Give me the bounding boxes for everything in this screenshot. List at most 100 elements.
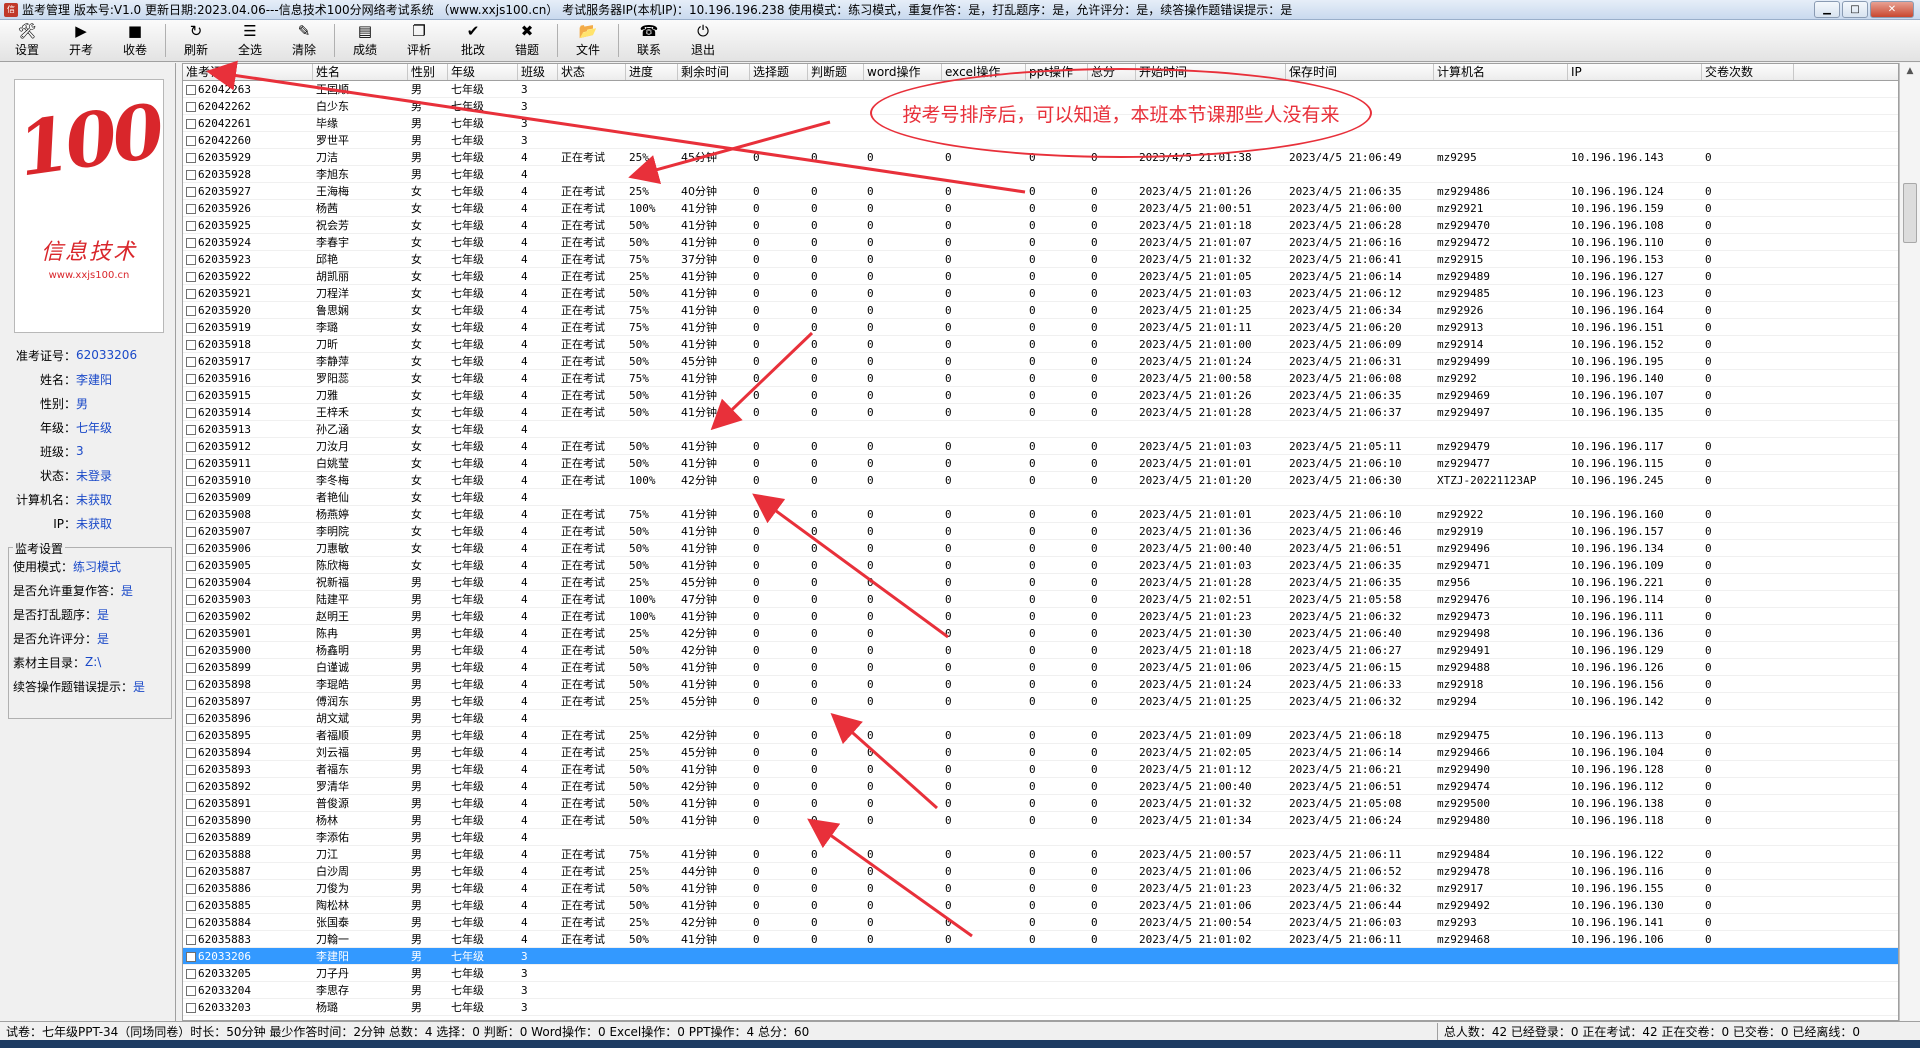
- row-checkbox[interactable]: [186, 799, 196, 809]
- table-row[interactable]: 62035885 陶松林 男 七年级 4 正在考试 50% 41分钟 0 0 0 0 0 0 2023/4/…: [183, 897, 1898, 914]
- table-row[interactable]: 62035917 李静萍 女 七年级 4 正在考试 50% 45分钟 0 0 0 0 0 0 2023/4/…: [183, 353, 1898, 370]
- row-checkbox[interactable]: [186, 510, 196, 520]
- table-row[interactable]: 62035889 李添佑 男 七年级 4: [183, 829, 1898, 846]
- table-row[interactable]: 62035913 孙乙涵 女 七年级 4: [183, 421, 1898, 438]
- table-row[interactable]: 62035884 张国泰 男 七年级 4 正在考试 25% 42分钟 0 0 0 0 0 0 2023/4/…: [183, 914, 1898, 931]
- row-checkbox[interactable]: [186, 340, 196, 350]
- table-row[interactable]: 62035896 胡文斌 男 七年级 4: [183, 710, 1898, 727]
- scroll-thumb[interactable]: [1903, 183, 1917, 243]
- row-checkbox[interactable]: [186, 221, 196, 231]
- toolbar-button-select-all[interactable]: ☰ 全选: [223, 20, 277, 61]
- close-button[interactable]: ✕: [1870, 1, 1914, 18]
- row-checkbox[interactable]: [186, 119, 196, 129]
- column-header[interactable]: 判断题: [808, 64, 864, 80]
- row-checkbox[interactable]: [186, 476, 196, 486]
- table-row[interactable]: 62035926 杨茜 女 七年级 4 正在考试 100% 41分钟 0 0 0 0 0 0 2023/4/…: [183, 200, 1898, 217]
- toolbar-button-exit[interactable]: ⏻ 退出: [676, 20, 730, 61]
- row-checkbox[interactable]: [186, 306, 196, 316]
- toolbar-button-score[interactable]: ▤ 成绩: [338, 20, 392, 61]
- column-header[interactable]: word操作: [864, 64, 942, 80]
- row-checkbox[interactable]: [186, 408, 196, 418]
- table-row[interactable]: 62035924 李春宇 女 七年级 4 正在考试 50% 41分钟 0 0 0 0 0 0 2023/4/…: [183, 234, 1898, 251]
- table-row[interactable]: 62033203 杨璐 男 七年级 3: [183, 999, 1898, 1016]
- column-header[interactable]: 状态: [558, 64, 626, 80]
- row-checkbox[interactable]: [186, 442, 196, 452]
- table-row[interactable]: 62035890 杨林 男 七年级 4 正在考试 50% 41分钟 0 0 0 0 0 0 2023/4/5…: [183, 812, 1898, 829]
- table-row[interactable]: 62035898 李琨皓 男 七年级 4 正在考试 50% 41分钟 0 0 0 0 0 0 2023/4/…: [183, 676, 1898, 693]
- row-checkbox[interactable]: [186, 867, 196, 877]
- table-row[interactable]: 62035916 罗阳蕊 女 七年级 4 正在考试 75% 41分钟 0 0 0 0 0 0 2023/4/…: [183, 370, 1898, 387]
- table-row[interactable]: 62035904 祝新福 男 七年级 4 正在考试 25% 45分钟 0 0 0 0 0 0 2023/4/…: [183, 574, 1898, 591]
- row-checkbox[interactable]: [186, 782, 196, 792]
- table-row[interactable]: 62035902 赵明王 男 七年级 4 正在考试 100% 41分钟 0 0 0 0 0 0 2023/4…: [183, 608, 1898, 625]
- column-header[interactable]: 年级: [448, 64, 518, 80]
- column-header[interactable]: 选择题: [750, 64, 808, 80]
- row-checkbox[interactable]: [186, 1003, 196, 1013]
- table-row[interactable]: 62035912 刀汝月 女 七年级 4 正在考试 50% 41分钟 0 0 0 0 0 0 2023/4/…: [183, 438, 1898, 455]
- table-row[interactable]: 62035891 普俊源 男 七年级 4 正在考试 50% 41分钟 0 0 0 0 0 0 2023/4/…: [183, 795, 1898, 812]
- table-row[interactable]: 62035908 杨燕婷 女 七年级 4 正在考试 75% 41分钟 0 0 0 0 0 0 2023/4/…: [183, 506, 1898, 523]
- table-row[interactable]: 62035903 陆建平 男 七年级 4 正在考试 100% 47分钟 0 0 0 0 0 0 2023/4…: [183, 591, 1898, 608]
- row-checkbox[interactable]: [186, 731, 196, 741]
- row-checkbox[interactable]: [186, 527, 196, 537]
- row-checkbox[interactable]: [186, 459, 196, 469]
- row-checkbox[interactable]: [186, 85, 196, 95]
- toolbar-button-wrong[interactable]: ✖ 错题: [500, 20, 554, 61]
- column-header[interactable]: 进度: [626, 64, 678, 80]
- table-row[interactable]: 62035911 白姚莹 女 七年级 4 正在考试 50% 41分钟 0 0 0 0 0 0 2023/4/…: [183, 455, 1898, 472]
- table-row[interactable]: 62035906 刀惠敏 女 七年级 4 正在考试 50% 41分钟 0 0 0 0 0 0 2023/4/…: [183, 540, 1898, 557]
- row-checkbox[interactable]: [186, 289, 196, 299]
- column-header[interactable]: 交卷次数: [1702, 64, 1794, 80]
- table-row[interactable]: 62035928 李旭东 男 七年级 4: [183, 166, 1898, 183]
- table-row[interactable]: 62035919 李璐 女 七年级 4 正在考试 75% 41分钟 0 0 0 0 0 0 2023/4/5…: [183, 319, 1898, 336]
- table-row[interactable]: 62033206 李建阳 男 七年级 3: [183, 948, 1898, 965]
- table-row[interactable]: 62035922 胡凯丽 女 七年级 4 正在考试 25% 41分钟 0 0 0 0 0 0 2023/4/…: [183, 268, 1898, 285]
- row-checkbox[interactable]: [186, 136, 196, 146]
- column-header[interactable]: 姓名: [313, 64, 408, 80]
- toolbar-button-phone[interactable]: ☎ 联系: [622, 20, 676, 61]
- table-row[interactable]: 62035914 王梓禾 女 七年级 4 正在考试 50% 41分钟 0 0 0 0 0 0 2023/4/…: [183, 404, 1898, 421]
- row-checkbox[interactable]: [186, 884, 196, 894]
- row-checkbox[interactable]: [186, 425, 196, 435]
- table-row[interactable]: 62035901 陈冉 男 七年级 4 正在考试 25% 42分钟 0 0 0 0 0 0 2023/4/5…: [183, 625, 1898, 642]
- toolbar-button-refresh[interactable]: ↻ 刷新: [169, 20, 223, 61]
- column-header[interactable]: 班级: [518, 64, 558, 80]
- row-checkbox[interactable]: [186, 697, 196, 707]
- toolbar-button-folder[interactable]: 📂 文件: [561, 20, 615, 61]
- row-checkbox[interactable]: [186, 187, 196, 197]
- table-row[interactable]: 62035900 杨鑫明 男 七年级 4 正在考试 50% 42分钟 0 0 0 0 0 0 2023/4/…: [183, 642, 1898, 659]
- row-checkbox[interactable]: [186, 255, 196, 265]
- row-checkbox[interactable]: [186, 986, 196, 996]
- row-checkbox[interactable]: [186, 323, 196, 333]
- row-checkbox[interactable]: [186, 374, 196, 384]
- row-checkbox[interactable]: [186, 204, 196, 214]
- column-header[interactable]: 准考证号: [183, 64, 313, 80]
- table-row[interactable]: 62035892 罗清华 男 七年级 4 正在考试 50% 42分钟 0 0 0 0 0 0 2023/4/…: [183, 778, 1898, 795]
- column-header[interactable]: IP: [1568, 64, 1702, 80]
- row-checkbox[interactable]: [186, 714, 196, 724]
- toolbar-button-eraser[interactable]: ✎ 清除: [277, 20, 331, 61]
- column-header[interactable]: 计算机名: [1434, 64, 1568, 80]
- row-checkbox[interactable]: [186, 680, 196, 690]
- row-checkbox[interactable]: [186, 561, 196, 571]
- row-checkbox[interactable]: [186, 663, 196, 673]
- table-row[interactable]: 62035883 刀翰一 男 七年级 4 正在考试 50% 41分钟 0 0 0 0 0 0 2023/4/…: [183, 931, 1898, 948]
- row-checkbox[interactable]: [186, 544, 196, 554]
- row-checkbox[interactable]: [186, 748, 196, 758]
- table-row[interactable]: 62033205 刀子丹 男 七年级 3: [183, 965, 1898, 982]
- column-header[interactable]: 保存时间: [1286, 64, 1434, 80]
- row-checkbox[interactable]: [186, 102, 196, 112]
- minimize-button[interactable]: ▁: [1814, 1, 1840, 18]
- table-row[interactable]: 62035895 者福顺 男 七年级 4 正在考试 25% 42分钟 0 0 0 0 0 0 2023/4/…: [183, 727, 1898, 744]
- table-row[interactable]: 62035907 李明院 女 七年级 4 正在考试 50% 41分钟 0 0 0 0 0 0 2023/4/…: [183, 523, 1898, 540]
- row-checkbox[interactable]: [186, 391, 196, 401]
- row-checkbox[interactable]: [186, 153, 196, 163]
- row-checkbox[interactable]: [186, 170, 196, 180]
- row-checkbox[interactable]: [186, 646, 196, 656]
- row-checkbox[interactable]: [186, 850, 196, 860]
- row-checkbox[interactable]: [186, 272, 196, 282]
- row-checkbox[interactable]: [186, 918, 196, 928]
- row-checkbox[interactable]: [186, 357, 196, 367]
- row-checkbox[interactable]: [186, 901, 196, 911]
- row-checkbox[interactable]: [186, 238, 196, 248]
